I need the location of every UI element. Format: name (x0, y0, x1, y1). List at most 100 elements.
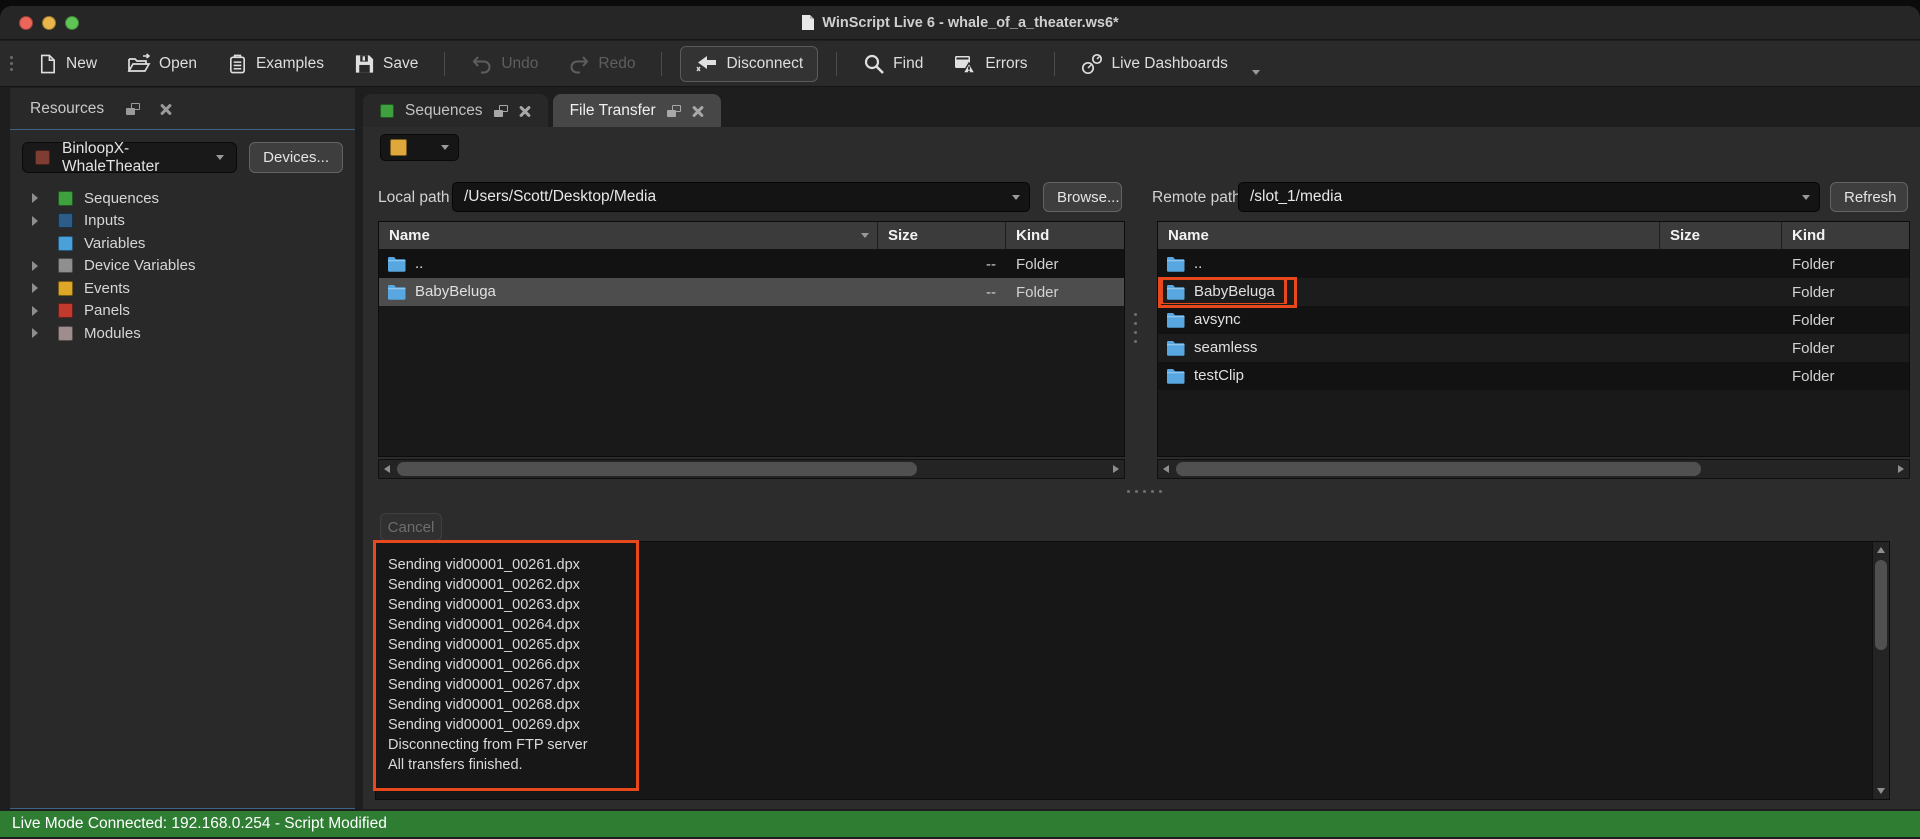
tab-sequences[interactable]: Sequences (363, 94, 548, 127)
column-header-name[interactable]: Name (1158, 222, 1660, 249)
tree-item[interactable]: Panels (10, 300, 355, 323)
selected-color-swatch (390, 139, 407, 156)
column-header-size[interactable]: Size (1660, 222, 1782, 249)
tree-item[interactable]: Variables (10, 232, 355, 255)
remote-path-combobox[interactable]: /slot_1/media (1238, 182, 1820, 212)
log-vertical-scrollbar[interactable] (1872, 542, 1889, 799)
resources-title: Resources (30, 100, 104, 118)
scroll-right-icon[interactable] (1108, 460, 1124, 478)
column-header-kind[interactable]: Kind (1782, 222, 1909, 249)
horizontal-splitter-handle[interactable] (1127, 490, 1162, 493)
sequence-color-selector[interactable] (380, 134, 459, 161)
expand-arrow-icon[interactable] (32, 193, 58, 203)
scrollbar-thumb[interactable] (397, 462, 917, 476)
file-row[interactable]: .. Folder (1158, 250, 1909, 278)
devices-button[interactable]: Devices... (249, 142, 343, 173)
expand-arrow-icon[interactable] (32, 261, 58, 271)
chevron-down-icon (1012, 195, 1020, 200)
tab-sequences-label: Sequences (405, 102, 483, 120)
local-horizontal-scrollbar[interactable] (378, 459, 1125, 479)
redo-button[interactable]: Redo (560, 47, 643, 81)
open-button[interactable]: Open (119, 47, 205, 81)
refresh-button[interactable]: Refresh (1830, 182, 1908, 212)
live-dashboards-button[interactable]: Live Dashboards (1073, 47, 1236, 81)
scroll-right-icon[interactable] (1893, 460, 1909, 478)
close-window-button[interactable] (19, 16, 33, 30)
file-row[interactable]: avsync Folder (1158, 306, 1909, 334)
errors-button[interactable]: Errors (945, 47, 1035, 81)
expand-arrow-icon[interactable] (32, 238, 58, 248)
tree-item[interactable]: Sequences (10, 187, 355, 210)
find-button[interactable]: Find (855, 47, 931, 81)
open-folder-icon (127, 53, 151, 75)
tree-item[interactable]: Events (10, 277, 355, 300)
scrollbar-thumb[interactable] (1176, 462, 1701, 476)
remote-horizontal-scrollbar[interactable] (1157, 459, 1910, 479)
resources-panel-header: Resources (10, 88, 355, 130)
tree-item[interactable]: Inputs (10, 210, 355, 233)
zoom-window-button[interactable] (65, 16, 79, 30)
toolbar-overflow-chevron-icon[interactable] (1252, 70, 1260, 75)
local-table-header: Name Size Kind (379, 222, 1124, 250)
vertical-splitter-handle[interactable] (1134, 313, 1137, 343)
file-size: -- (878, 284, 1006, 301)
close-tab-icon[interactable] (692, 105, 704, 117)
tab-file-transfer[interactable]: File Transfer (553, 94, 721, 127)
scroll-down-icon[interactable] (1873, 783, 1889, 799)
column-header-size[interactable]: Size (878, 222, 1006, 249)
minimize-window-button[interactable] (42, 16, 56, 30)
expand-arrow-icon[interactable] (32, 306, 58, 316)
toolbar-separator (836, 52, 837, 76)
file-kind: Folder (1006, 256, 1124, 273)
file-name: BabyBeluga (415, 283, 496, 300)
tree-item-label: Device Variables (84, 257, 195, 274)
tree-item[interactable]: Device Variables (10, 255, 355, 278)
tree-item-color-icon (58, 213, 73, 228)
column-header-kind[interactable]: Kind (1006, 222, 1124, 249)
scroll-left-icon[interactable] (379, 460, 395, 478)
close-panel-icon[interactable] (160, 103, 172, 115)
file-size: -- (878, 256, 1006, 273)
float-tab-icon[interactable] (667, 105, 681, 117)
undo-button[interactable]: Undo (463, 47, 546, 81)
scroll-up-icon[interactable] (1873, 542, 1889, 558)
sequences-tab-icon (380, 104, 394, 118)
toolbar-drag-handle-icon[interactable] (10, 56, 13, 71)
tree-item-label: Panels (84, 302, 130, 319)
file-row[interactable]: testClip Folder (1158, 362, 1909, 390)
column-header-name[interactable]: Name (379, 222, 878, 249)
local-path-combobox[interactable]: /Users/Scott/Desktop/Media (452, 182, 1030, 212)
local-table-body: .. -- Folder (379, 250, 1124, 306)
expand-arrow-icon[interactable] (32, 328, 58, 338)
expand-arrow-icon[interactable] (32, 216, 58, 226)
browse-button[interactable]: Browse... (1043, 182, 1122, 212)
tree-item[interactable]: Modules (10, 322, 355, 345)
device-selector[interactable]: BinloopX-WhaleTheater (22, 142, 237, 173)
save-button[interactable]: Save (346, 47, 426, 81)
close-tab-icon[interactable] (519, 105, 531, 117)
expand-arrow-icon[interactable] (32, 283, 58, 293)
folder-icon (387, 284, 406, 300)
file-row[interactable]: BabyBeluga -- Folder (379, 278, 1124, 306)
tree-item-color-icon (58, 236, 73, 251)
cancel-button[interactable]: Cancel (380, 513, 442, 541)
chevron-down-icon (1802, 195, 1810, 200)
remote-table-body: .. Folder (1158, 250, 1909, 390)
tab-file-transfer-label: File Transfer (570, 102, 656, 120)
file-row[interactable]: .. -- Folder (379, 250, 1124, 278)
scroll-left-icon[interactable] (1158, 460, 1174, 478)
remote-path-label: Remote path (1152, 189, 1241, 207)
undo-icon (471, 53, 493, 75)
tree-item-label: Modules (84, 325, 141, 342)
tree-item-label: Variables (84, 235, 145, 252)
examples-button[interactable]: Examples (219, 47, 332, 81)
status-text: Live Mode Connected: 192.168.0.254 - Scr… (12, 815, 387, 833)
file-row[interactable]: seamless Folder (1158, 334, 1909, 362)
float-panel-icon[interactable] (126, 103, 140, 115)
float-tab-icon[interactable] (494, 105, 508, 117)
search-icon (863, 53, 885, 75)
scrollbar-thumb[interactable] (1875, 560, 1887, 650)
new-button[interactable]: New (29, 47, 105, 81)
disconnect-button[interactable]: Disconnect (680, 46, 818, 82)
save-floppy-icon (354, 53, 375, 75)
